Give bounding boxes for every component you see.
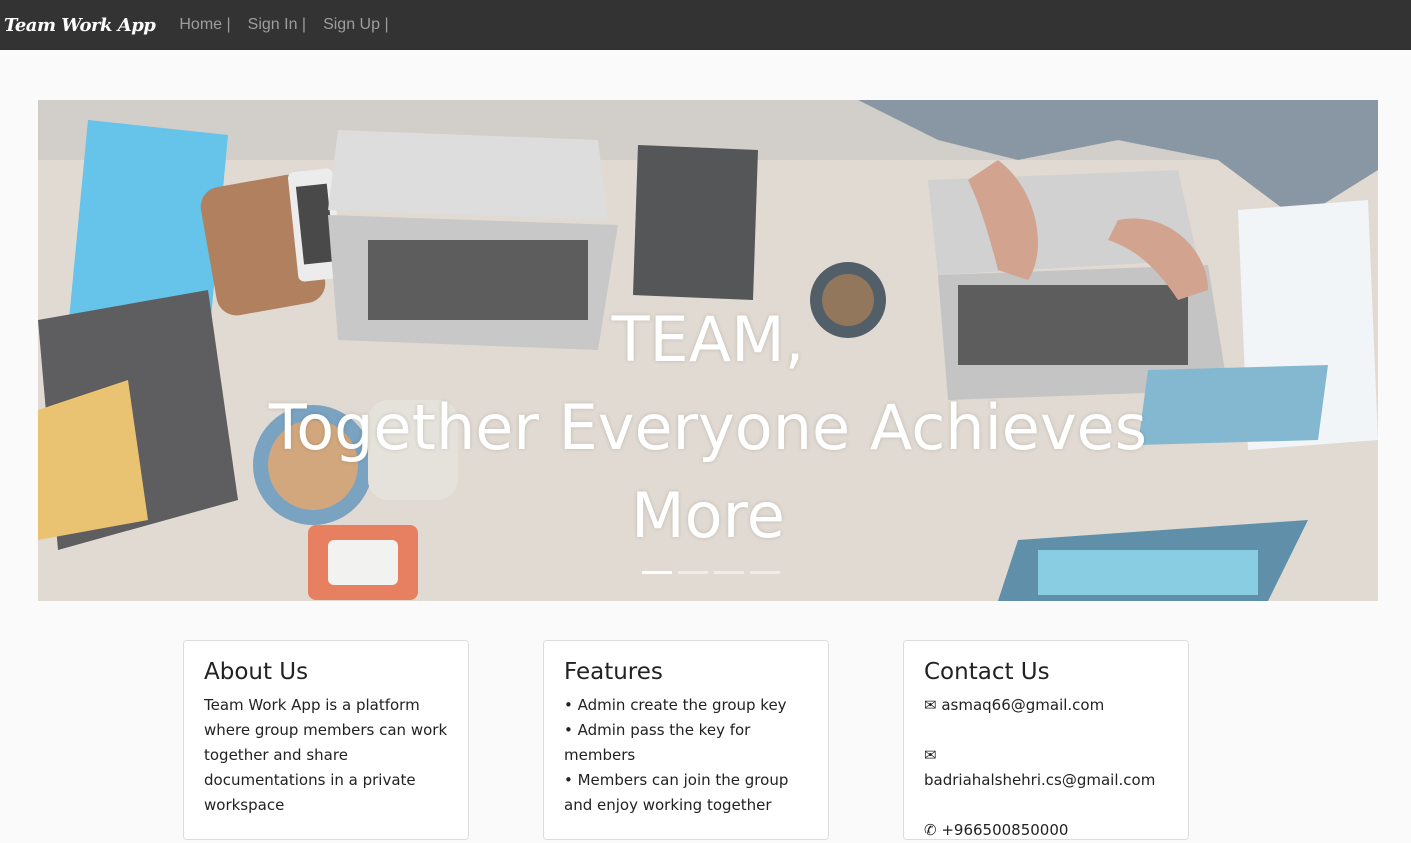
hero-carousel[interactable]: TEAM, Together Everyone Achieves More — [38, 100, 1378, 601]
carousel-indicator[interactable] — [678, 571, 708, 574]
features-card: Features • Admin create the group key • … — [543, 640, 829, 840]
carousel-indicators — [639, 571, 783, 574]
carousel-indicator[interactable] — [714, 571, 744, 574]
nav-link-sign-in[interactable]: Sign In | — [248, 16, 306, 34]
contact-us-title: Contact Us — [924, 659, 1050, 685]
contact-email[interactable]: ✉ asmaq66@gmail.com — [924, 693, 1168, 718]
feature-item: • Members can join the group and enjoy w… — [564, 771, 789, 814]
top-navbar: Team Work App Home | Sign In | Sign Up | — [0, 0, 1411, 50]
hero-caption: TEAM, Together Everyone Achieves More — [38, 296, 1378, 560]
nav-link-home[interactable]: Home | — [179, 16, 230, 34]
features-list: • Admin create the group key • Admin pas… — [564, 693, 808, 818]
hero-caption-line: More — [631, 479, 785, 552]
nav-link-sign-up[interactable]: Sign Up | — [323, 16, 389, 34]
carousel-indicator[interactable] — [642, 571, 672, 574]
features-title: Features — [564, 659, 663, 685]
feature-item: • Admin pass the key for members — [564, 721, 751, 764]
contact-phone[interactable]: ✆ +966500850000 — [924, 818, 1168, 843]
carousel-indicator[interactable] — [750, 571, 780, 574]
about-us-title: About Us — [204, 659, 309, 685]
about-us-card: About Us Team Work App is a platform whe… — [183, 640, 469, 840]
contact-us-card: Contact Us ✉ asmaq66@gmail.com ✉ badriah… — [903, 640, 1189, 840]
feature-item: • Admin create the group key — [564, 696, 787, 714]
about-us-text: Team Work App is a platform where group … — [204, 696, 448, 814]
hero-caption-line: TEAM, — [611, 303, 805, 376]
brand-logo[interactable]: Team Work App — [4, 15, 156, 36]
contact-list: ✉ asmaq66@gmail.com ✉ badriahalshehri.cs… — [924, 693, 1168, 843]
contact-email[interactable]: ✉ badriahalshehri.cs@gmail.com — [924, 743, 1168, 793]
hero-caption-line: Together Everyone Achieves — [268, 391, 1148, 464]
